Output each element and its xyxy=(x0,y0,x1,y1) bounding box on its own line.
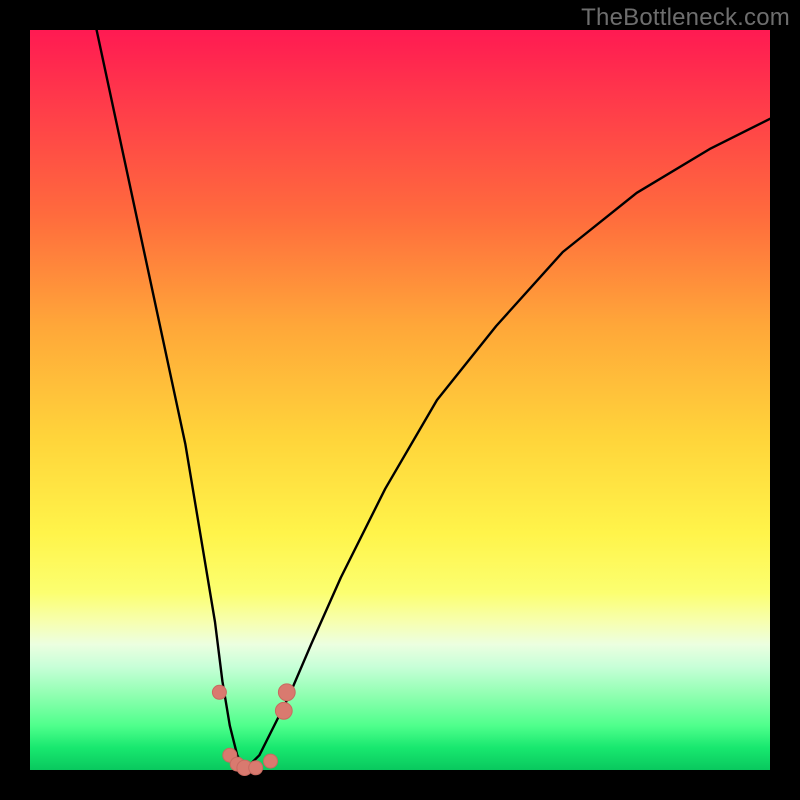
curve-marker xyxy=(264,754,278,768)
watermark-text: TheBottleneck.com xyxy=(581,4,790,32)
curve-marker xyxy=(278,684,295,701)
chart-frame: TheBottleneck.com xyxy=(0,0,800,800)
curve-marker xyxy=(212,685,226,699)
curve-marker xyxy=(249,761,263,775)
curve-layer xyxy=(30,30,770,770)
plot-area xyxy=(30,30,770,770)
curve-marker xyxy=(275,702,292,719)
bottleneck-curve xyxy=(97,30,770,770)
